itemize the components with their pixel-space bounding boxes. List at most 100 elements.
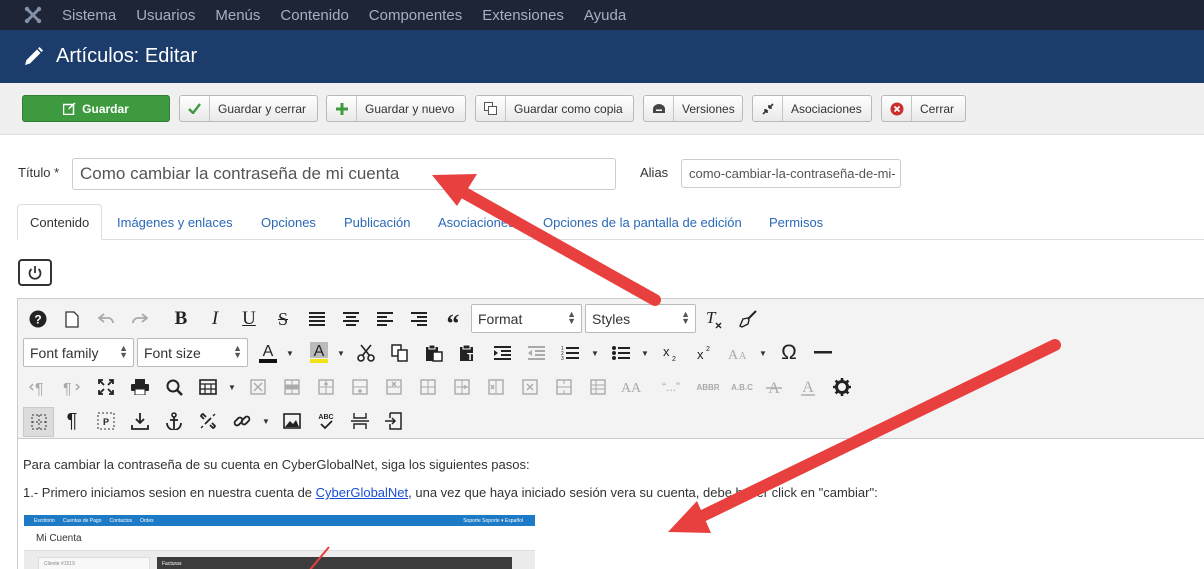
joomla-logo-icon[interactable] bbox=[22, 4, 44, 26]
horizontal-rule-icon[interactable] bbox=[811, 341, 835, 365]
redo-icon[interactable] bbox=[128, 307, 152, 331]
insert-image-upload-icon[interactable] bbox=[128, 409, 152, 433]
font-size-select[interactable]: Font size ▲ ▼ bbox=[137, 338, 248, 367]
paste-text-icon[interactable]: T bbox=[456, 341, 480, 365]
font-size-case-icon[interactable]: AA bbox=[620, 375, 644, 399]
title-input[interactable]: Como cambiar la contraseña de mi cuenta bbox=[72, 158, 616, 190]
page-break-icon[interactable]: P bbox=[94, 409, 118, 433]
underline-a-icon[interactable]: A bbox=[796, 375, 820, 399]
spellcheck-icon[interactable]: ABC bbox=[314, 409, 338, 433]
indent-icon[interactable] bbox=[490, 341, 514, 365]
chevron-down-icon[interactable]: ▼ bbox=[758, 341, 768, 365]
new-document-icon[interactable] bbox=[60, 307, 84, 331]
rtl-icon[interactable]: ¶ bbox=[60, 375, 84, 399]
print-icon[interactable] bbox=[128, 375, 152, 399]
align-justify-icon[interactable] bbox=[305, 307, 329, 331]
menu-contenido[interactable]: Contenido bbox=[280, 7, 348, 24]
unlink-icon[interactable] bbox=[196, 409, 220, 433]
chevron-down-icon[interactable]: ▼ bbox=[590, 341, 600, 365]
copy-icon[interactable] bbox=[388, 341, 412, 365]
menu-extensiones[interactable]: Extensiones bbox=[482, 7, 564, 24]
undo-icon[interactable] bbox=[94, 307, 118, 331]
numbered-list-icon[interactable]: 123 bbox=[558, 341, 582, 365]
link-icon[interactable] bbox=[230, 409, 254, 433]
gear-icon[interactable] bbox=[830, 375, 854, 399]
chevron-down-icon[interactable]: ▼ bbox=[640, 341, 650, 365]
template-insert-icon[interactable] bbox=[382, 409, 406, 433]
text-color-icon[interactable]: A bbox=[256, 341, 280, 365]
font-case-icon[interactable]: AA bbox=[727, 341, 751, 365]
align-center-icon[interactable] bbox=[339, 307, 363, 331]
acronym-icon[interactable]: A.B.C bbox=[728, 375, 756, 399]
help-icon[interactable]: ? bbox=[26, 307, 50, 331]
abbreviation-icon[interactable]: ABBR bbox=[694, 375, 722, 399]
tab-permisos[interactable]: Permisos bbox=[769, 204, 823, 240]
font-family-select[interactable]: Font family ▲ ▼ bbox=[23, 338, 134, 367]
background-color-icon[interactable]: A bbox=[307, 341, 331, 365]
save-button[interactable]: Guardar bbox=[22, 95, 170, 122]
ltr-icon[interactable]: ¶ bbox=[26, 375, 50, 399]
superscript-icon[interactable]: x2 bbox=[693, 341, 717, 365]
bold-icon[interactable]: B bbox=[169, 307, 193, 331]
strike-a-icon[interactable]: A bbox=[762, 375, 786, 399]
strikethrough-icon[interactable]: S bbox=[271, 307, 295, 331]
brush-icon[interactable] bbox=[736, 307, 760, 331]
tab-contenido[interactable]: Contenido bbox=[17, 204, 103, 240]
pilcrow-icon[interactable]: ¶ bbox=[60, 409, 84, 433]
table-cell-props-icon[interactable] bbox=[280, 375, 304, 399]
editor-content[interactable]: Para cambiar la contraseña de su cuenta … bbox=[23, 457, 1203, 513]
table-merge-cells-icon[interactable] bbox=[552, 375, 576, 399]
bullet-list-icon[interactable] bbox=[609, 341, 633, 365]
chevron-down-icon[interactable]: ▼ bbox=[336, 341, 346, 365]
save-copy-button[interactable]: Guardar como copia bbox=[475, 95, 634, 122]
align-right-icon[interactable] bbox=[407, 307, 431, 331]
tab-opciones[interactable]: Opciones bbox=[261, 204, 316, 240]
clear-formatting-icon[interactable]: T bbox=[702, 307, 726, 331]
menu-componentes[interactable]: Componentes bbox=[369, 7, 462, 24]
search-icon[interactable] bbox=[162, 375, 186, 399]
versions-button[interactable]: Versiones bbox=[643, 95, 743, 122]
chevron-down-icon[interactable]: ▼ bbox=[285, 341, 295, 365]
fullscreen-icon[interactable] bbox=[94, 375, 118, 399]
table-delete-row-icon[interactable] bbox=[382, 375, 406, 399]
table-row-before-icon[interactable] bbox=[314, 375, 338, 399]
special-character-icon[interactable]: Ω bbox=[777, 341, 801, 365]
subscript-icon[interactable]: x2 bbox=[659, 341, 683, 365]
tab-imagenes-enlaces[interactable]: Imágenes y enlaces bbox=[117, 204, 233, 240]
chevron-down-icon[interactable]: ▼ bbox=[227, 375, 237, 399]
table-row-after-icon[interactable] bbox=[348, 375, 372, 399]
paste-icon[interactable] bbox=[422, 341, 446, 365]
toggle-editor-button[interactable] bbox=[18, 259, 52, 286]
underline-icon[interactable]: U bbox=[237, 307, 261, 331]
table-grid-icon[interactable] bbox=[586, 375, 610, 399]
table-column-after-icon[interactable] bbox=[450, 375, 474, 399]
menu-ayuda[interactable]: Ayuda bbox=[584, 7, 626, 24]
table-icon[interactable] bbox=[196, 375, 220, 399]
menu-menus[interactable]: Menús bbox=[215, 7, 260, 24]
table-split-cells-icon[interactable] bbox=[518, 375, 542, 399]
cut-icon[interactable] bbox=[354, 341, 378, 365]
chevron-down-icon[interactable]: ▼ bbox=[261, 409, 271, 433]
tab-opciones-pantalla-edicion[interactable]: Opciones de la pantalla de edición bbox=[543, 204, 742, 240]
quote-marks-icon[interactable]: “...” bbox=[654, 375, 688, 399]
cyberglobalnet-link[interactable]: CyberGlobalNet bbox=[316, 485, 409, 500]
italic-icon[interactable]: I bbox=[203, 307, 227, 331]
tab-publicacion[interactable]: Publicación bbox=[344, 204, 411, 240]
tab-asociaciones[interactable]: Asociaciones bbox=[438, 204, 515, 240]
menu-sistema[interactable]: Sistema bbox=[62, 7, 116, 24]
save-new-button[interactable]: Guardar y nuevo bbox=[326, 95, 466, 122]
delete-table-icon[interactable] bbox=[246, 375, 270, 399]
styles-select[interactable]: Styles ▲ ▼ bbox=[585, 304, 696, 333]
horizontal-split-icon[interactable] bbox=[348, 409, 372, 433]
alias-input[interactable]: como-cambiar-la-contraseña-de-mi- bbox=[681, 159, 901, 188]
menu-usuarios[interactable]: Usuarios bbox=[136, 7, 195, 24]
visual-blocks-icon[interactable] bbox=[23, 407, 54, 437]
close-button[interactable]: Cerrar bbox=[881, 95, 966, 122]
outdent-icon[interactable] bbox=[524, 341, 548, 365]
align-left-icon[interactable] bbox=[373, 307, 397, 331]
associations-button[interactable]: Asociaciones bbox=[752, 95, 872, 122]
table-column-before-icon[interactable] bbox=[416, 375, 440, 399]
anchor-icon[interactable] bbox=[162, 409, 186, 433]
format-select[interactable]: Format ▲ ▼ bbox=[471, 304, 582, 333]
blockquote-icon[interactable]: “ bbox=[441, 307, 465, 338]
